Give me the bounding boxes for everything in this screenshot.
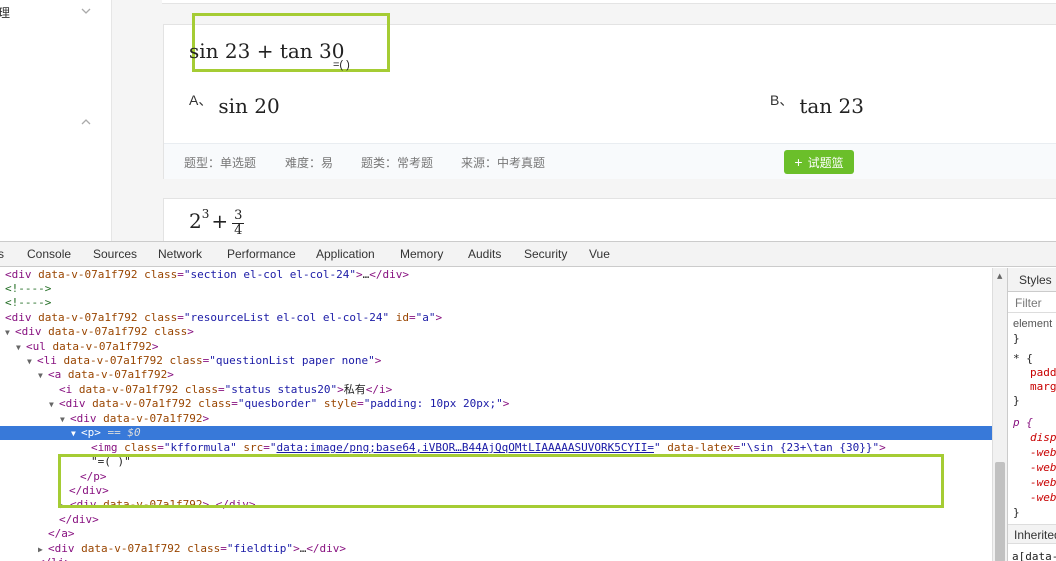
dom-node[interactable]: <div data-v-07a1f792 class="section el-c… (0, 268, 992, 282)
expand-triangle-icon[interactable]: ▶ (38, 543, 48, 557)
dom-node-selected[interactable]: ▼ <p> == $0 (0, 426, 992, 440)
dom-node[interactable]: </div> (0, 513, 992, 527)
question-card[interactable]: sin 23 + tan 30 =( ) A、 sin 20 B、 tan 23… (163, 13, 1056, 179)
question-formula: sin 23 + tan 30 (189, 39, 345, 63)
formula-exponent: 3 (201, 207, 210, 221)
scrollbar-thumb[interactable] (995, 462, 1005, 561)
styles-pane[interactable]: Styles Filter element } * { padd marg } … (1007, 268, 1056, 561)
question-card-2[interactable]: 23 + 3 4 (163, 198, 1056, 241)
chevron-up-icon[interactable] (80, 116, 92, 128)
style-property[interactable]: disp (1030, 431, 1056, 444)
tab-performance[interactable]: Performance (227, 247, 296, 261)
style-property[interactable]: marg (1030, 380, 1056, 393)
elements-scrollbar[interactable]: ▲ (992, 268, 1007, 561)
formula-base: 2 (189, 209, 202, 233)
dom-node[interactable]: <i data-v-07a1f792 class="status status2… (0, 383, 992, 397)
expand-triangle-icon[interactable]: ▼ (71, 427, 81, 441)
option-b[interactable]: B、 tan 23 (770, 88, 864, 118)
meta-difficulty: 难度：易 (285, 156, 334, 170)
inherited-header: Inherited (1008, 524, 1056, 544)
sidebar: 理 (0, 0, 112, 241)
style-property[interactable]: padd (1030, 366, 1056, 379)
option-a[interactable]: A、 sin 20 (189, 88, 280, 118)
question-2-formula: 23 + 3 4 (189, 207, 245, 238)
styles-filter-input[interactable]: Filter (1008, 293, 1056, 313)
tab-memory[interactable]: Memory (400, 247, 443, 261)
style-property[interactable]: -web (1030, 491, 1056, 504)
tab-console[interactable]: Console (27, 247, 71, 261)
question-footer: 题型：单选题 难度：易 题类：常考题 来源：中考真题 + 试题篮 (164, 143, 1056, 179)
style-rule-brace: } (1013, 394, 1020, 407)
expand-triangle-icon[interactable]: ▼ (27, 355, 37, 369)
dom-node[interactable]: ▼ <a data-v-07a1f792> (0, 368, 992, 382)
formula-plus: + (211, 209, 229, 233)
style-rule-selector: element (1013, 318, 1053, 330)
expand-triangle-icon[interactable]: ▼ (38, 369, 48, 383)
style-rule-selector: p { (1013, 416, 1033, 429)
tab-network[interactable]: Network (158, 247, 202, 261)
tab-elements[interactable]: s (0, 247, 4, 261)
style-property[interactable]: -web (1030, 476, 1056, 489)
devtools-panel: s Console Sources Network Performance Ap… (0, 241, 1056, 561)
dom-node[interactable]: ▼ <div data-v-07a1f792 class> (0, 325, 992, 339)
dom-node[interactable]: <div data-v-07a1f792 class="resourceList… (0, 311, 992, 325)
dom-node[interactable]: <img class="kfformula" src="data:image/p… (0, 441, 992, 455)
question-suffix: =( ) (333, 59, 350, 71)
expand-triangle-icon[interactable]: ▼ (16, 341, 26, 355)
expand-triangle-icon[interactable]: ▼ (5, 326, 15, 340)
meta-category: 题类：常考题 (361, 156, 434, 170)
scroll-up-icon[interactable]: ▲ (997, 272, 1002, 280)
plus-icon: + (794, 154, 803, 170)
meta-source: 来源：中考真题 (461, 156, 546, 170)
add-to-basket-label: 试题篮 (807, 155, 844, 170)
previous-card-edge (162, 0, 1056, 4)
dom-node[interactable]: </a> (0, 527, 992, 541)
option-letter: A、 (189, 92, 213, 108)
dom-node[interactable]: ▼ <li data-v-07a1f792 class="questionList… (0, 354, 992, 368)
style-property[interactable]: -web (1030, 446, 1056, 459)
style-rule-selector: * { (1013, 352, 1033, 365)
formula-fraction: 3 4 (232, 208, 245, 238)
meta-type: 题型：单选题 (184, 156, 257, 170)
tab-application[interactable]: Application (316, 247, 375, 261)
tab-styles[interactable]: Styles (1008, 268, 1056, 292)
add-to-basket-button[interactable]: + 试题篮 (784, 150, 854, 174)
style-rule-brace: } (1013, 506, 1020, 519)
tab-sources[interactable]: Sources (93, 247, 137, 261)
style-rule-selector: a[data- (1012, 550, 1056, 561)
dom-node[interactable]: ▶ <div data-v-07a1f792 class="fieldtip">…… (0, 542, 992, 556)
page-viewport: 理 sin 23 + tan 30 =( ) A、 sin 20 B、 tan … (0, 0, 1056, 241)
main-content: sin 23 + tan 30 =( ) A、 sin 20 B、 tan 23… (112, 0, 1056, 241)
fraction-numerator: 3 (232, 208, 245, 224)
highlight-box (58, 454, 944, 508)
expand-triangle-icon[interactable]: ▼ (49, 398, 59, 412)
tab-vue[interactable]: Vue (589, 247, 610, 261)
sidebar-section-label: 理 (0, 6, 11, 20)
style-rule-brace: } (1013, 332, 1020, 345)
option-formula: tan 23 (799, 94, 864, 118)
chevron-down-icon[interactable] (80, 5, 92, 17)
devtools-tabbar: s Console Sources Network Performance Ap… (0, 242, 1056, 267)
option-letter: B、 (770, 92, 794, 108)
dom-comment[interactable]: <!----> (0, 296, 992, 310)
dom-node[interactable]: </li> (0, 556, 992, 561)
dom-comment[interactable]: <!----> (0, 282, 992, 296)
dom-node[interactable]: ▼ <div data-v-07a1f792 class="quesborder"… (0, 397, 992, 411)
expand-triangle-icon[interactable]: ▼ (60, 413, 70, 427)
option-formula: sin 20 (218, 94, 280, 118)
tab-security[interactable]: Security (524, 247, 567, 261)
dom-node[interactable]: ▼ <div data-v-07a1f792> (0, 412, 992, 426)
fraction-denominator: 4 (234, 223, 243, 238)
dom-node[interactable]: ▼ <ul data-v-07a1f792> (0, 340, 992, 354)
tab-audits[interactable]: Audits (468, 247, 501, 261)
elements-tree[interactable]: <div data-v-07a1f792 class="section el-c… (0, 268, 992, 561)
style-property[interactable]: -web (1030, 461, 1056, 474)
